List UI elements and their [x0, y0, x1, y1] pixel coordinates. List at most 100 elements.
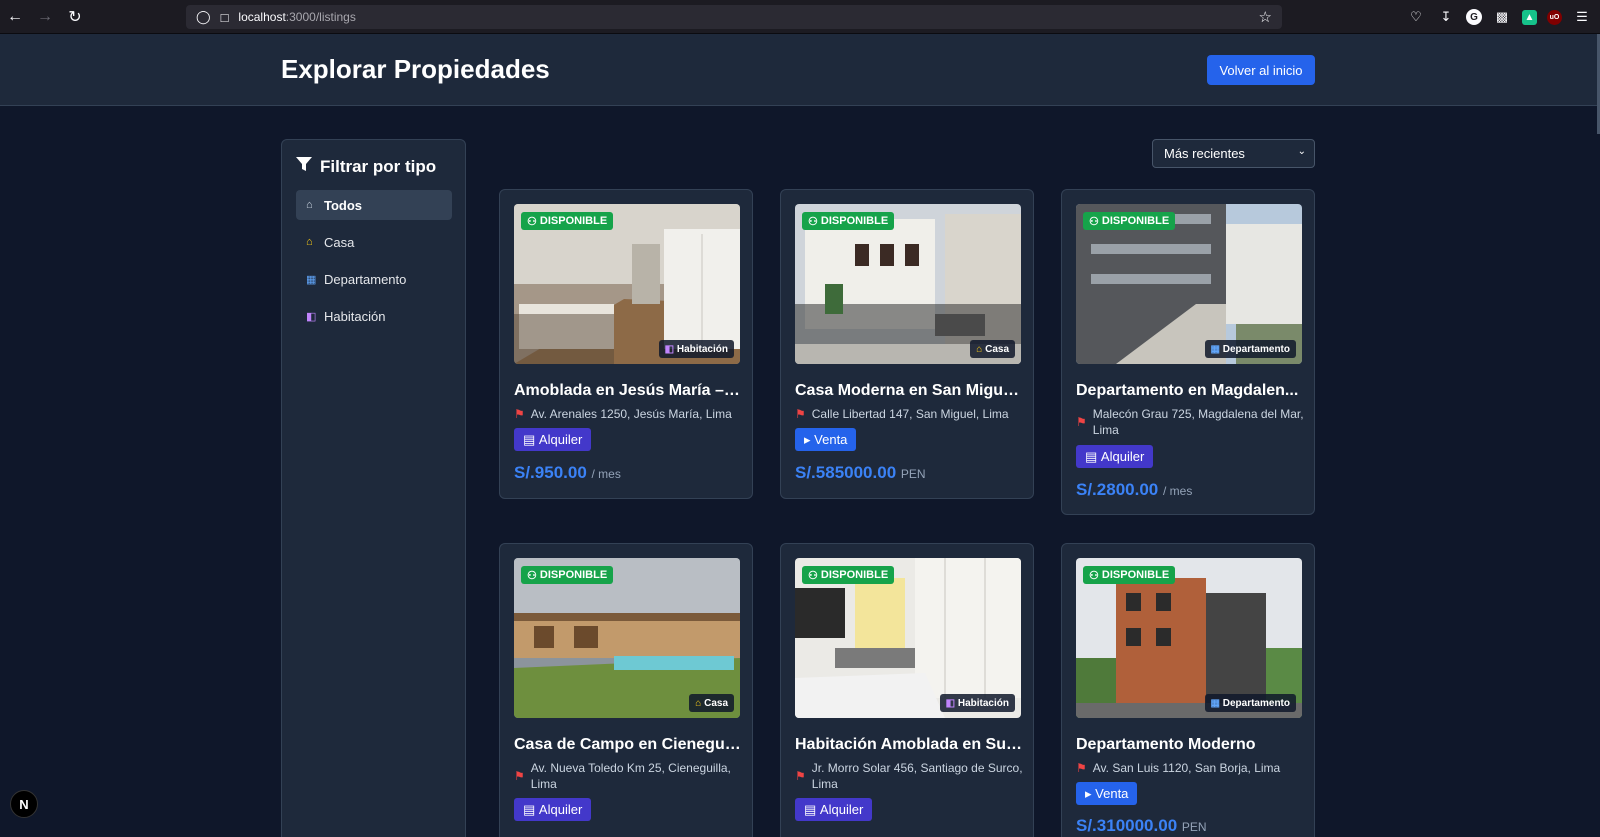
status-badge: ⚇ DISPONIBLE	[1083, 212, 1176, 230]
price-value: S/.585000.00	[795, 463, 897, 482]
status-text: DISPONIBLE	[539, 569, 608, 581]
house-icon: ⌂	[976, 343, 983, 355]
listing-address: ⚑ Jr. Morro Solar 456, Santiago de Surco,…	[795, 760, 1027, 792]
tag-icon: ▸	[1085, 785, 1092, 801]
filter-item-label: Habitación	[324, 308, 386, 324]
listing-title[interactable]: Amoblada en Jesús María – I...	[514, 382, 742, 400]
building-icon: ▦	[1210, 697, 1220, 709]
address-text: Malecón Grau 725, Magdalena del Mar, Lim…	[1092, 407, 1304, 437]
status-badge: ⚇ DISPONIBLE	[521, 212, 614, 230]
status-text: DISPONIBLE	[1101, 569, 1170, 581]
listing-title[interactable]: Casa Moderna en San Migue...	[795, 382, 1023, 400]
menu-icon[interactable]: ☰	[1572, 7, 1592, 27]
type-badge: ⌂ Casa	[689, 694, 734, 712]
grammarly-icon[interactable]: G	[1466, 9, 1482, 25]
type-badge: ▦ Departamento	[1204, 340, 1296, 358]
status-badge: ⚇ DISPONIBLE	[1083, 566, 1176, 584]
pocket-icon[interactable]: ♡	[1406, 7, 1426, 27]
filter-item-todos[interactable]: ⌂ Todos	[296, 190, 452, 220]
extension-green-icon[interactable]: ▲	[1522, 9, 1537, 25]
filter-item-departamento[interactable]: ▦ Departamento	[296, 264, 452, 294]
location-pin-icon: ⚑	[1076, 415, 1087, 429]
price-value: S/.2800.00	[1076, 480, 1159, 499]
listing-address: ⚑ Av. San Luis 1120, San Borja, Lima	[1076, 760, 1308, 776]
listing-card[interactable]: ⚇ DISPONIBLE ◧ Habitación Amoblada en Je…	[499, 189, 753, 499]
deal-text: Venta	[814, 432, 848, 447]
listing-photo: ⚇ DISPONIBLE ◧ Habitación	[514, 204, 740, 364]
listing-card[interactable]: ⚇ DISPONIBLE ◧ Habitación Habitación Amo…	[780, 543, 1034, 837]
type-badge: ⌂ Casa	[970, 340, 1015, 358]
deal-text: Venta	[1095, 786, 1129, 801]
type-badge: ▦ Departamento	[1204, 694, 1296, 712]
back-icon[interactable]: ←	[0, 0, 30, 34]
listing-price: S/.585000.00 PEN	[795, 463, 926, 483]
clipboard-icon: ▤	[523, 431, 536, 447]
clipboard-icon: ▤	[1085, 448, 1098, 464]
browser-toolbar: ← → ↻ ◯ □ localhost:3000/listings ☆ ♡ ↧ …	[0, 0, 1600, 34]
door-icon: ◧	[945, 697, 956, 709]
door-icon: ◧	[306, 310, 317, 323]
deal-text: Alquiler	[538, 432, 583, 447]
clipboard-icon: ▤	[804, 801, 817, 817]
location-pin-icon: ⚑	[514, 407, 525, 421]
reload-icon[interactable]: ↻	[60, 0, 90, 34]
listing-card[interactable]: ⚇ DISPONIBLE ⌂ Casa Casa Moderna en San …	[780, 189, 1034, 499]
url-host: localhost	[238, 10, 286, 24]
address-text: Av. San Luis 1120, San Borja, Lima	[1092, 761, 1281, 775]
url-text[interactable]: localhost:3000/listings	[238, 10, 355, 24]
filter-title: Filtrar por tipo	[320, 156, 437, 176]
download-icon[interactable]: ↧	[1436, 7, 1456, 27]
sort-select[interactable]: Más recientes ⌄	[1152, 139, 1315, 168]
listing-price: S/.950.00 / mes	[514, 463, 621, 483]
filter-sidebar: Filtrar por tipo ⌂ Todos ⌂ Casa ▦ Depart…	[281, 139, 466, 837]
type-text: Habitación	[957, 697, 1009, 709]
listing-card[interactable]: ⚇ DISPONIBLE ▦ Departamento Departamento…	[1061, 543, 1315, 837]
listing-photo: ⚇ DISPONIBLE ⌂ Casa	[514, 558, 740, 718]
status-badge: ⚇ DISPONIBLE	[802, 566, 895, 584]
address-text: Av. Arenales 1250, Jesús María, Lima	[530, 407, 732, 421]
listing-title[interactable]: Departamento Moderno	[1076, 736, 1304, 754]
filter-item-label: Todos	[324, 197, 363, 213]
type-badge: ◧ Habitación	[939, 694, 1015, 712]
back-home-button[interactable]: Volver al inicio	[1207, 55, 1315, 85]
location-pin-icon: ⚑	[1076, 761, 1087, 775]
listing-title[interactable]: Habitación Amoblada en Sur...	[795, 736, 1023, 754]
ublock-icon[interactable]: uO	[1547, 9, 1562, 25]
type-text: Departamento	[1222, 697, 1290, 709]
page-icon: □	[220, 9, 229, 25]
bookmark-star-icon[interactable]: ☆	[1259, 8, 1272, 26]
listing-card[interactable]: ⚇ DISPONIBLE ▦ Departamento Departamento…	[1061, 189, 1315, 515]
nextjs-dev-indicator[interactable]: N	[10, 790, 38, 818]
app-header: Explorar Propiedades Volver al inicio	[0, 34, 1600, 106]
deal-badge: ▤ Alquiler	[795, 798, 873, 821]
shield-icon[interactable]: ◯	[196, 9, 211, 25]
listing-title[interactable]: Departamento en Magdalen...	[1076, 382, 1304, 400]
listing-address: ⚑ Av. Nueva Toledo Km 25, Cieneguilla, Li…	[514, 760, 746, 792]
location-pin-icon: ⚑	[514, 769, 525, 783]
house-icon: ⌂	[695, 697, 702, 709]
address-bar[interactable]: ◯ □ localhost:3000/listings ☆	[186, 5, 1282, 29]
filter-icon	[296, 156, 312, 177]
forward-icon[interactable]: →	[30, 0, 60, 34]
listing-address: ⚑ Av. Arenales 1250, Jesús María, Lima	[514, 406, 746, 422]
price-unit: PEN	[1181, 820, 1207, 834]
location-pin-icon: ⚑	[795, 407, 806, 421]
address-text: Av. Nueva Toledo Km 25, Cieneguilla, Lim…	[530, 761, 731, 791]
filter-item-casa[interactable]: ⌂ Casa	[296, 227, 452, 257]
listing-address: ⚑ Malecón Grau 725, Magdalena del Mar, Li…	[1076, 406, 1308, 438]
filter-item-habitacion[interactable]: ◧ Habitación	[296, 301, 452, 331]
deal-text: Alquiler	[1100, 449, 1145, 464]
listing-photo: ⚇ DISPONIBLE ⌂ Casa	[795, 204, 1021, 364]
clipboard-icon: ▤	[523, 801, 536, 817]
extensions-icon[interactable]: ▩	[1492, 7, 1512, 27]
listing-card[interactable]: ⚇ DISPONIBLE ⌂ Casa Casa de Campo en Cie…	[499, 543, 753, 837]
listing-title[interactable]: Casa de Campo en Cienegui...	[514, 736, 742, 754]
deal-badge: ▸ Venta	[795, 428, 857, 451]
listing-photo: ⚇ DISPONIBLE ▦ Departamento	[1076, 558, 1302, 718]
status-text: DISPONIBLE	[820, 215, 889, 227]
filter-item-label: Casa	[324, 234, 355, 250]
status-badge: ⚇ DISPONIBLE	[802, 212, 895, 230]
price-unit: / mes	[591, 467, 621, 481]
status-badge: ⚇ DISPONIBLE	[521, 566, 614, 584]
deal-text: Alquiler	[538, 802, 583, 817]
